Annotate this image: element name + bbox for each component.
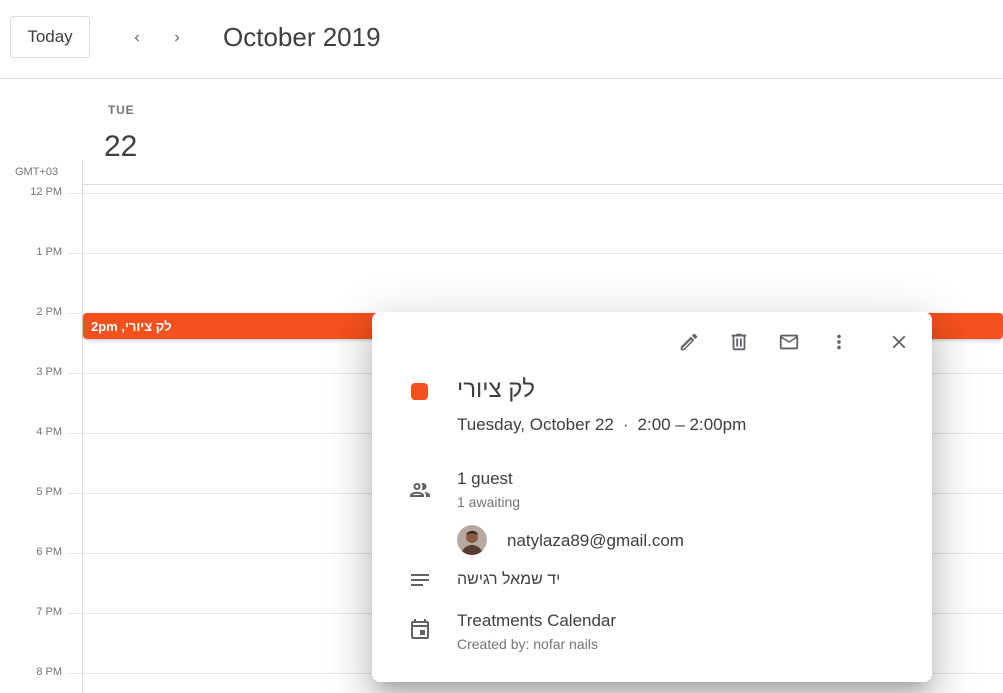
hour-tick: [68, 253, 82, 254]
hour-tick: [68, 673, 82, 674]
hour-tick: [68, 313, 82, 314]
pencil-icon: [680, 333, 698, 351]
hour-label: 2 PM: [36, 306, 62, 318]
previous-period-button[interactable]: [124, 24, 150, 52]
hour-gridline: [82, 193, 1003, 194]
hour-tick: [68, 433, 82, 434]
mail-icon: [779, 334, 799, 350]
day-number[interactable]: 22: [104, 130, 137, 164]
month-title: October 2019: [223, 22, 381, 52]
trash-icon: [731, 333, 747, 351]
edit-event-button[interactable]: [677, 330, 701, 354]
today-button[interactable]: Today: [10, 16, 90, 58]
close-button[interactable]: [887, 330, 911, 354]
hour-label: 4 PM: [36, 426, 62, 438]
weekday-label: TUE: [108, 103, 135, 117]
datetime-separator: ·: [622, 415, 629, 434]
email-guests-button[interactable]: [777, 330, 801, 354]
event-chip-label: לק ציורי, 2pm: [91, 318, 172, 334]
event-datetime: Tuesday, October 22 · 2:00 – 2:00pm: [457, 415, 746, 435]
top-bar: Today October 2019: [0, 0, 1003, 79]
more-vert-icon: [837, 334, 841, 350]
hour-tick: [68, 373, 82, 374]
hour-gridline: [82, 253, 1003, 254]
hour-label: 1 PM: [36, 246, 62, 258]
hour-label: 6 PM: [36, 546, 62, 558]
more-options-button[interactable]: [827, 330, 851, 354]
calendar-name: Treatments Calendar: [457, 611, 617, 630]
chevron-right-icon: [175, 34, 180, 42]
event-date: Tuesday, October 22: [457, 415, 614, 434]
event-color-swatch: [411, 383, 428, 400]
chevron-left-icon: [134, 34, 139, 42]
guests-response-status: 1 awaiting: [457, 494, 521, 510]
guests-count: 1 guest: [457, 469, 513, 488]
timezone-label: GMT+03: [15, 166, 59, 178]
calendar-icon: [408, 618, 432, 642]
hour-tick: [68, 193, 82, 194]
avatar: [457, 525, 487, 555]
event-description: יד שמאל רגישה: [457, 571, 561, 588]
event-details-popover: לק ציורי Tuesday, October 22 · 2:00 – 2:00…: [372, 312, 932, 682]
hour-tick: [68, 493, 82, 494]
hour-tick: [68, 553, 82, 554]
hour-label: 3 PM: [36, 366, 62, 378]
hour-tick: [68, 613, 82, 614]
all-day-divider: [82, 184, 1003, 185]
delete-event-button[interactable]: [727, 330, 751, 354]
guest-email[interactable]: natylaza89@gmail.com: [507, 531, 684, 551]
guests-icon: [408, 478, 432, 502]
hour-label: 7 PM: [36, 606, 62, 618]
event-time-range: 2:00 – 2:00pm: [637, 415, 747, 434]
close-icon: [892, 335, 906, 349]
description-icon: [408, 568, 432, 592]
calendar-creator: Created by: nofar nails: [457, 636, 598, 652]
event-title: לק ציורי: [457, 376, 535, 403]
hour-label: 12 PM: [30, 186, 62, 198]
next-period-button[interactable]: [164, 24, 190, 52]
hour-label: 5 PM: [36, 486, 62, 498]
hour-label: 8 PM: [36, 666, 62, 678]
